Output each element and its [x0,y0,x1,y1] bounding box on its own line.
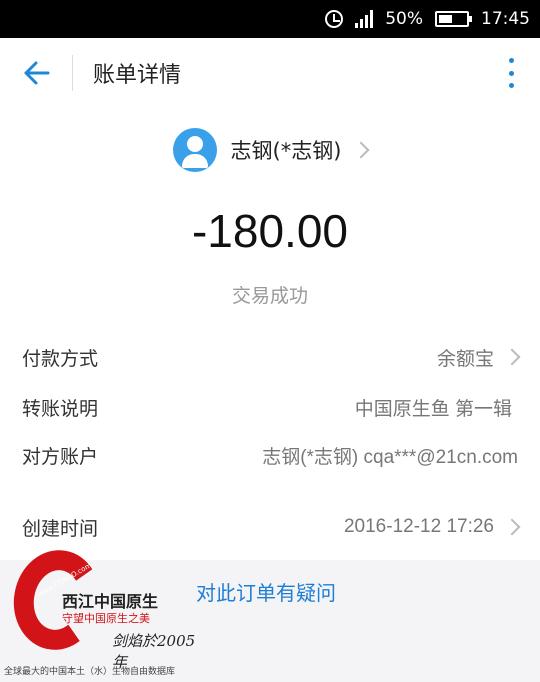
app-bar: 账单详情 [0,38,540,108]
detail-label: 创建时间 [22,517,99,540]
chevron-right-icon [503,518,521,536]
watermark-logo: www.CQN2O.com 西江中国原生 守望中国原生之美 剑焰於2005年 全… [0,543,210,682]
detail-value: 余额宝 [436,348,494,370]
more-vertical-icon [508,58,514,63]
watermark-title: 西江中国原生 [62,592,159,611]
chevron-right-icon [352,141,370,159]
transaction-status: 交易成功 [231,285,308,307]
status-bar: 50% 17:45 [0,0,540,38]
transaction-amount: -180.00 [191,205,348,257]
detail-row-transfer-note: 转账说明 中国原生鱼 第一辑 [0,384,540,430]
more-options-button[interactable] [506,58,516,88]
detail-row-counterparty-account: 对方账户 志钢(*志钢) cqa***@21cn.com [0,432,540,478]
alarm-icon [325,10,344,28]
battery-percent: 50% [385,9,423,29]
page-title: 账单详情 [93,63,182,88]
app-bar-divider [72,55,73,91]
detail-row-payment-method[interactable]: 付款方式 余额宝 [0,334,540,380]
watermark-subtitle: 守望中国原生之美 [62,612,150,625]
payee-name: 志钢(*志钢) [230,139,342,163]
back-button[interactable] [0,38,72,108]
arrow-left-icon [24,61,50,85]
detail-value: 志钢(*志钢) cqa***@21cn.com [262,446,518,468]
payee-header[interactable]: 志钢(*志钢) [0,126,540,174]
detail-label: 对方账户 [22,445,99,468]
watermark-tagline: 全球最大的中国本土（水）生物自由数据库 [4,667,176,677]
detail-label: 付款方式 [22,347,99,370]
avatar-icon [172,128,217,172]
detail-value: 2016-12-12 17:26 [343,516,494,537]
detail-row-created-time[interactable]: 创建时间 2016-12-12 17:26 [0,504,540,550]
chevron-right-icon [503,348,521,366]
battery-icon [435,11,472,27]
signal-icon [355,10,374,28]
order-question-link[interactable]: 对此订单有疑问 [196,577,336,606]
clock: 17:45 [481,9,530,29]
detail-label: 转账说明 [22,397,99,420]
detail-value: 中国原生鱼 第一辑 [354,398,512,420]
